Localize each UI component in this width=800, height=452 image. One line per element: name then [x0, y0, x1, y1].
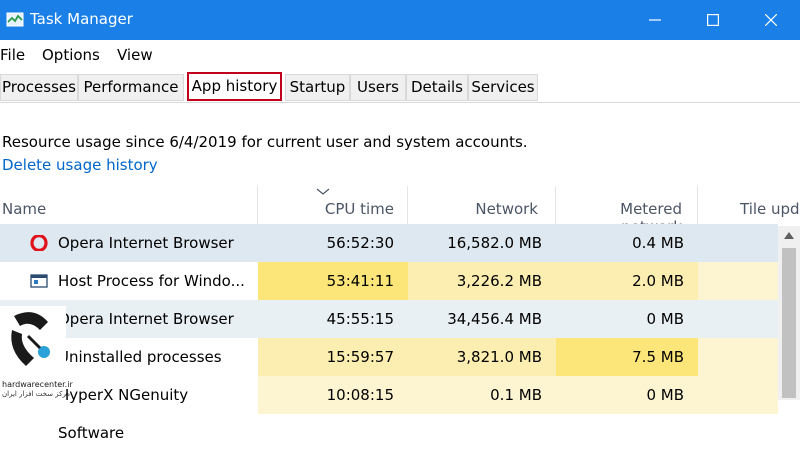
tab-processes[interactable]: Processes — [0, 74, 78, 101]
tab-users[interactable]: Users — [350, 74, 406, 101]
usage-info-text: Resource usage since 6/4/2019 for curren… — [2, 133, 528, 151]
maximize-button[interactable] — [684, 0, 742, 40]
cell-cpu-time: 10:08:15 — [258, 376, 408, 414]
cell-cpu-time: 53:41:11 — [258, 262, 408, 300]
vertical-scrollbar[interactable] — [778, 226, 800, 400]
close-icon — [765, 14, 777, 26]
cell-network: 3,226.2 MB — [408, 262, 556, 300]
window-title: Task Manager — [30, 10, 133, 28]
cell-network: 3,821.0 MB — [408, 338, 556, 376]
table-row[interactable]: Opera Internet Browser 45:55:15 34,456.4… — [0, 300, 778, 338]
table-row[interactable]: Uninstalled processes 15:59:57 3,821.0 M… — [0, 338, 778, 376]
cell-cpu-time: 45:55:15 — [258, 300, 408, 338]
menu-options[interactable]: Options — [42, 46, 100, 64]
tab-bar: Processes Performance App history Startu… — [0, 72, 800, 104]
close-button[interactable] — [742, 0, 800, 40]
column-divider[interactable] — [697, 186, 698, 226]
cell-metered-network: 2.0 MB — [556, 262, 698, 300]
column-divider[interactable] — [407, 186, 408, 226]
tab-app-history[interactable]: App history — [187, 72, 282, 101]
table-header: Name CPU time Network Metered network Ti… — [0, 186, 800, 236]
table-row[interactable]: Opera Internet Browser 56:52:30 16,582.0… — [0, 224, 778, 262]
cell-metered-network: 7.5 MB — [556, 338, 698, 376]
column-header-tile-updates[interactable]: Tile upd — [740, 200, 800, 218]
cell-network: 0.1 MB — [408, 376, 556, 414]
tab-startup[interactable]: Startup — [285, 74, 350, 101]
column-header-cpu-time[interactable]: CPU time — [258, 200, 394, 218]
scrollbar-thumb[interactable] — [782, 248, 796, 398]
cell-tile-updates — [698, 224, 778, 262]
menu-view[interactable]: View — [117, 46, 153, 64]
sort-descending-icon — [316, 188, 330, 195]
minimize-button[interactable] — [626, 0, 684, 40]
tab-performance[interactable]: Performance — [78, 74, 184, 101]
cell-network: 16,582.0 MB — [408, 224, 556, 262]
column-divider[interactable] — [257, 186, 258, 226]
table-row[interactable]: HyperX NGenuity Software 10:08:15 0.1 MB… — [0, 376, 778, 442]
tab-services[interactable]: Services — [468, 74, 538, 101]
cell-tile-updates — [698, 262, 778, 300]
table-row[interactable]: Host Process for Windo... 53:41:11 3,226… — [0, 262, 778, 300]
column-header-name[interactable]: Name — [2, 200, 46, 218]
watermark-subtitle: مرکز سخت افزار ایران — [2, 390, 71, 398]
menu-bar: File Options View — [0, 40, 800, 70]
window-app-icon — [30, 274, 48, 288]
maximize-icon — [707, 14, 719, 26]
minimize-icon — [649, 19, 661, 21]
opera-icon — [30, 235, 48, 251]
menu-file[interactable]: File — [0, 46, 25, 64]
watermark: hardwarecenter.ir مرکز سخت افزار ایران — [0, 306, 73, 400]
cell-tile-updates — [698, 376, 778, 414]
column-divider[interactable] — [555, 186, 556, 226]
cell-metered-network: 0 MB — [556, 376, 698, 414]
cell-metered-network: 0.4 MB — [556, 224, 698, 262]
scroll-up-icon[interactable] — [784, 232, 794, 239]
cell-tile-updates — [698, 338, 778, 376]
tab-details[interactable]: Details — [406, 74, 468, 101]
cell-tile-updates — [698, 300, 778, 338]
watermark-name: hardwarecenter.ir — [2, 380, 73, 389]
delete-usage-history-link[interactable]: Delete usage history — [2, 156, 158, 174]
tab-divider — [0, 102, 800, 103]
cell-cpu-time: 56:52:30 — [258, 224, 408, 262]
task-manager-icon — [6, 12, 24, 27]
title-bar: Task Manager — [0, 0, 800, 40]
cell-metered-network: 0 MB — [556, 300, 698, 338]
column-header-network[interactable]: Network — [408, 200, 538, 218]
hardwarecenter-logo-icon — [11, 312, 50, 366]
cell-network: 34,456.4 MB — [408, 300, 556, 338]
cell-cpu-time: 15:59:57 — [258, 338, 408, 376]
